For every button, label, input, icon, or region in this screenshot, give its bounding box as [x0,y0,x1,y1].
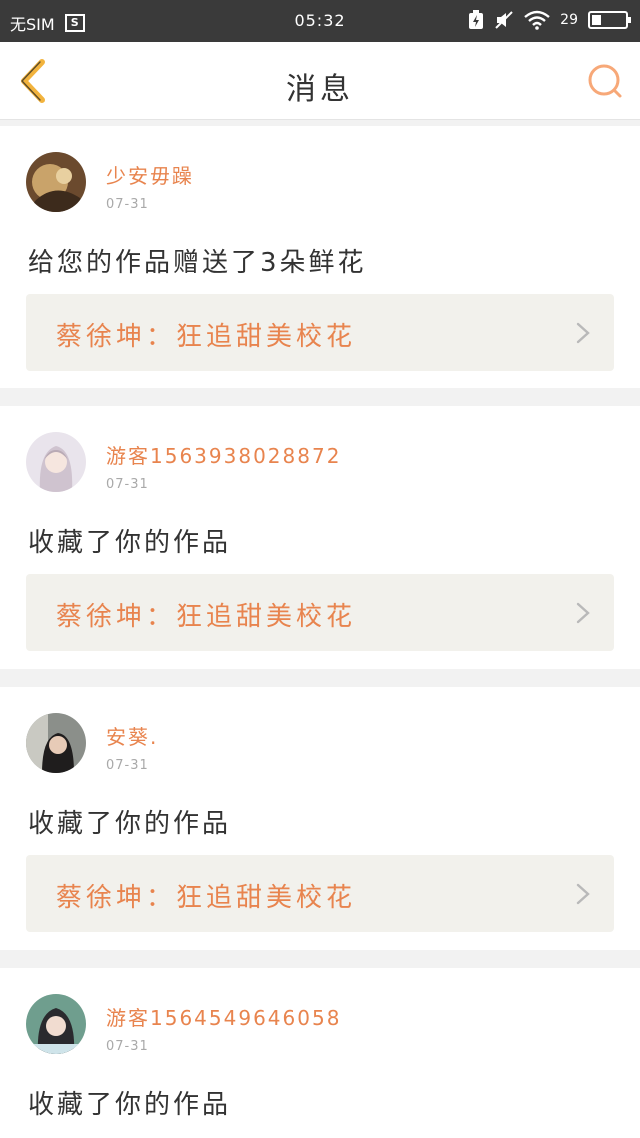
message-date: 07-31 [106,477,149,492]
user-name[interactable]: 安葵. [106,721,158,750]
work-title: 蔡徐坤：狂追甜美校花 [56,322,357,352]
user-name[interactable]: 少安毋躁 [106,160,194,189]
status-bar: 无SIM S 05:32 29 [0,0,640,42]
user-name[interactable]: 游客1563938028872 [106,440,341,469]
message-date: 07-31 [106,1039,149,1054]
battery-icon [588,11,631,29]
message-card: 游客1563938028872 07-31 收藏了你的作品 蔡徐坤：狂追甜美校花 [0,406,640,669]
avatar[interactable] [26,432,86,492]
mute-icon [495,11,513,29]
message-date: 07-31 [106,197,149,212]
page-title: 消息 [286,72,354,107]
avatar[interactable] [26,713,86,773]
avatar[interactable] [26,994,86,1054]
work-link[interactable]: 蔡徐坤：狂追甜美校花 [26,294,614,371]
work-title: 蔡徐坤：狂追甜美校花 [56,883,357,913]
work-link[interactable]: 蔡徐坤：狂追甜美校花 [26,855,614,932]
wifi-icon [524,10,550,30]
avatar-image [26,152,86,212]
status-right: 29 [468,10,631,30]
message-text: 收藏了你的作品 [28,528,232,558]
avatar-image [26,432,86,492]
top-nav: 消息 [0,42,640,120]
charging-icon [469,10,484,29]
work-title: 蔡徐坤：狂追甜美校花 [56,602,357,632]
message-text: 给您的作品赠送了3朵鲜花 [28,248,367,278]
message-card: 少安毋躁 07-31 给您的作品赠送了3朵鲜花 蔡徐坤：狂追甜美校花 [0,126,640,388]
message-card: 游客1564549646058 07-31 收藏了你的作品 [0,968,640,1138]
avatar[interactable] [26,152,86,212]
work-link[interactable]: 蔡徐坤：狂追甜美校花 [26,574,614,651]
chevron-right-icon [576,322,590,344]
search-icon[interactable] [586,62,624,100]
chevron-right-icon [576,883,590,905]
message-text: 收藏了你的作品 [28,1090,232,1120]
user-name[interactable]: 游客1564549646058 [106,1002,341,1031]
message-text: 收藏了你的作品 [28,809,232,839]
avatar-image [26,713,86,773]
message-card: 安葵. 07-31 收藏了你的作品 蔡徐坤：狂追甜美校花 [0,687,640,950]
chevron-right-icon [576,602,590,624]
avatar-image [26,994,86,1054]
message-date: 07-31 [106,758,149,773]
battery-level: 29 [560,12,578,28]
